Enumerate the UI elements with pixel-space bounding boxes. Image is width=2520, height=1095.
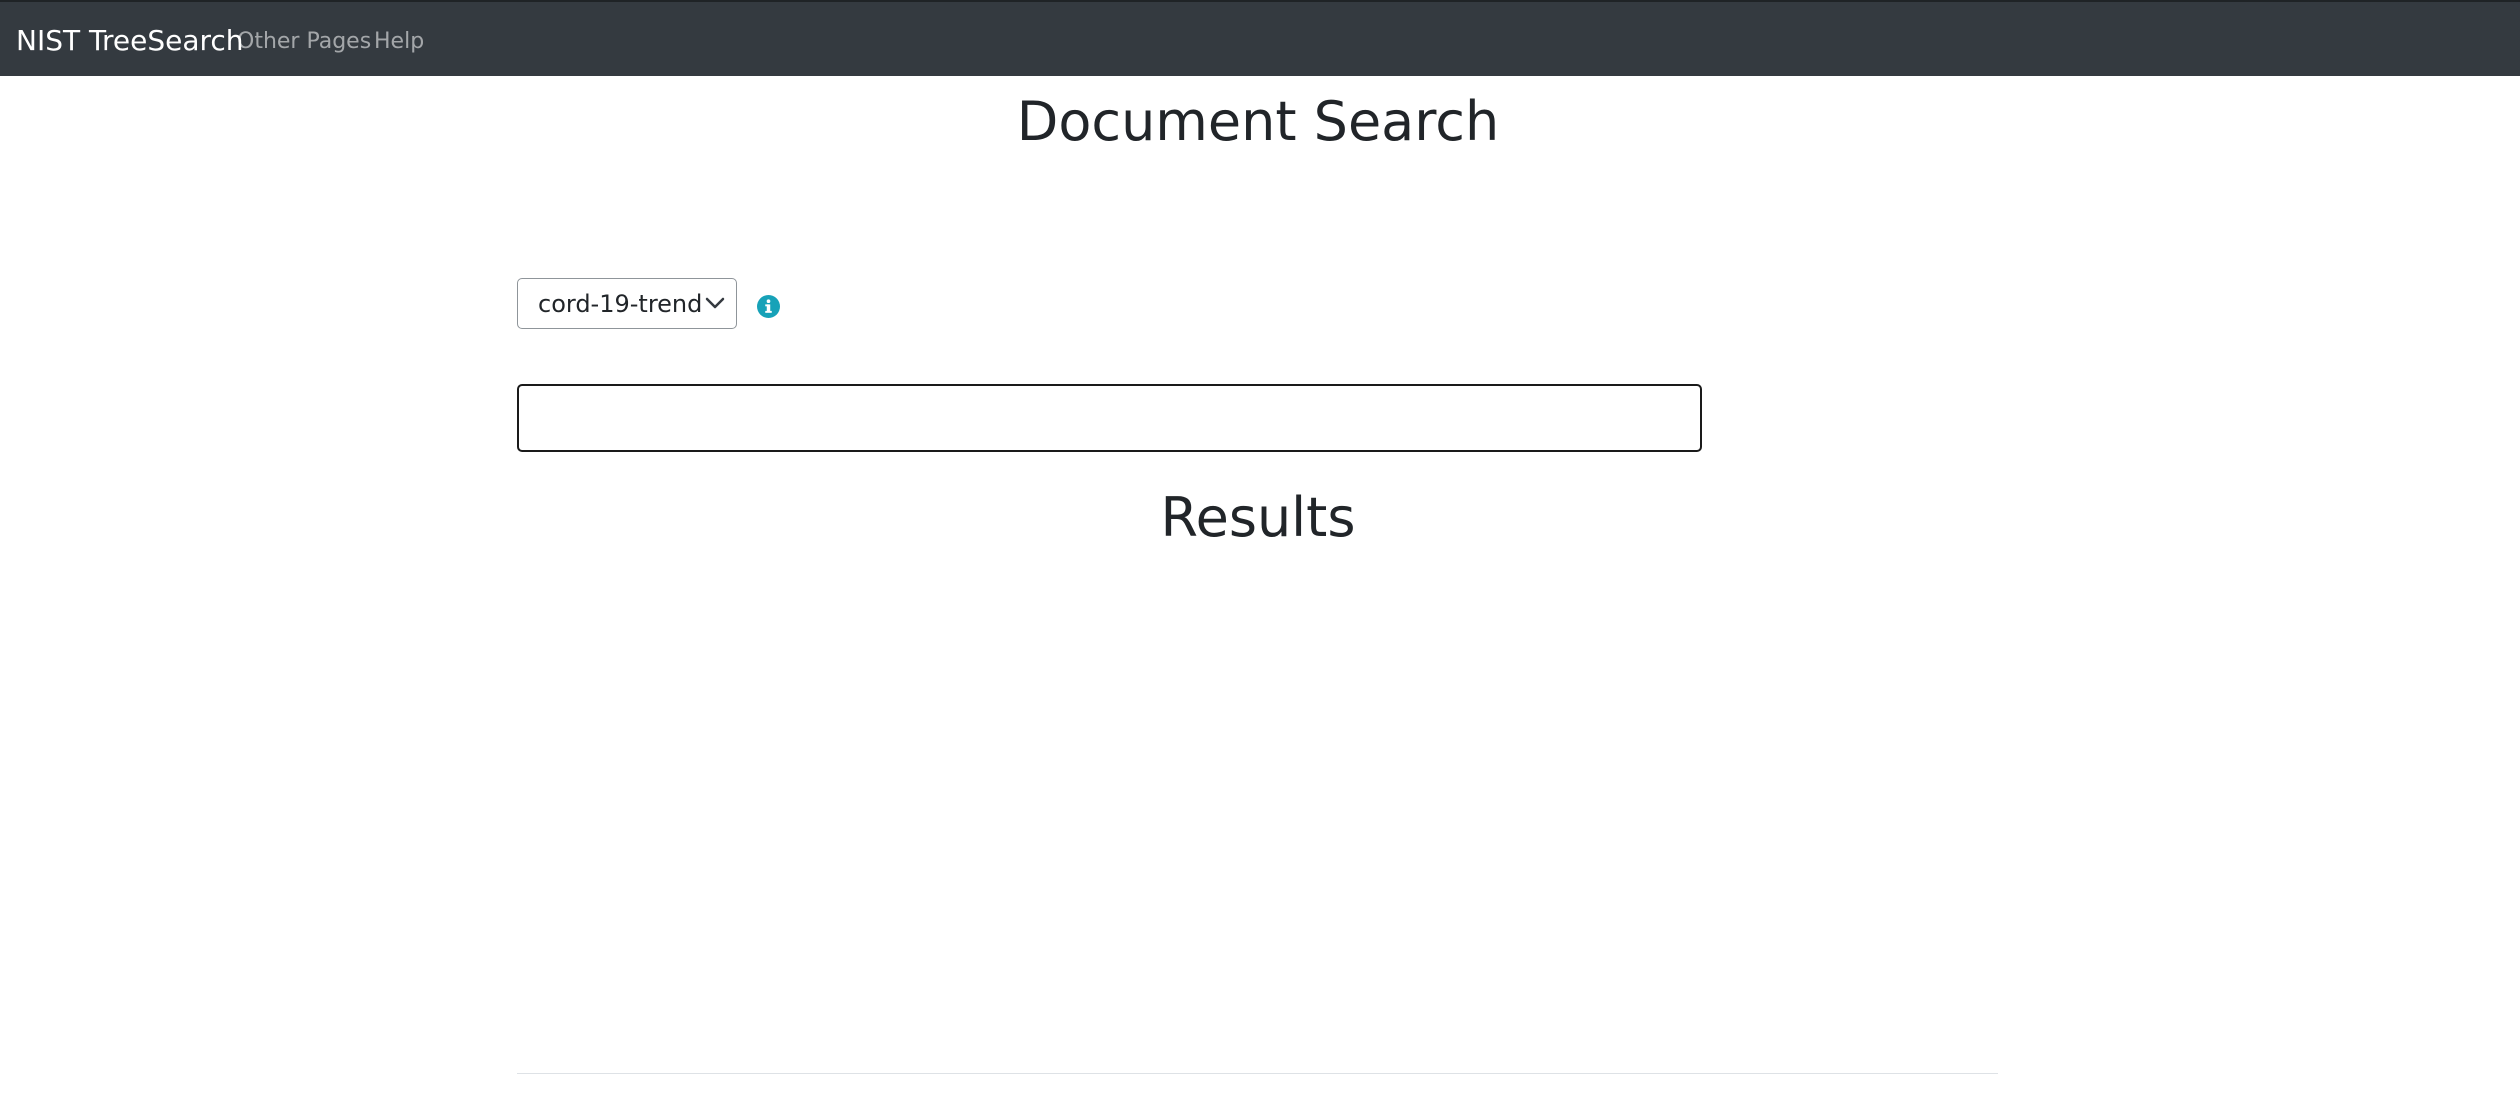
search-input[interactable] xyxy=(517,384,1702,452)
page-title: Document Search xyxy=(1016,90,1500,153)
collection-select-value: cord-19-trend xyxy=(538,290,703,318)
nav-link-help[interactable]: Help xyxy=(374,29,424,54)
collection-select[interactable]: cord-19-trend xyxy=(517,278,737,329)
nav-link-other-pages[interactable]: Other Pages xyxy=(237,29,371,54)
brand-link[interactable]: NIST TreeSearch xyxy=(16,24,244,57)
results-heading: Results xyxy=(1160,486,1356,549)
info-icon[interactable] xyxy=(757,295,780,318)
top-navbar: NIST TreeSearch Other Pages Help xyxy=(0,0,2520,76)
footer-divider xyxy=(517,1073,1998,1074)
chevron-down-icon xyxy=(705,297,725,309)
